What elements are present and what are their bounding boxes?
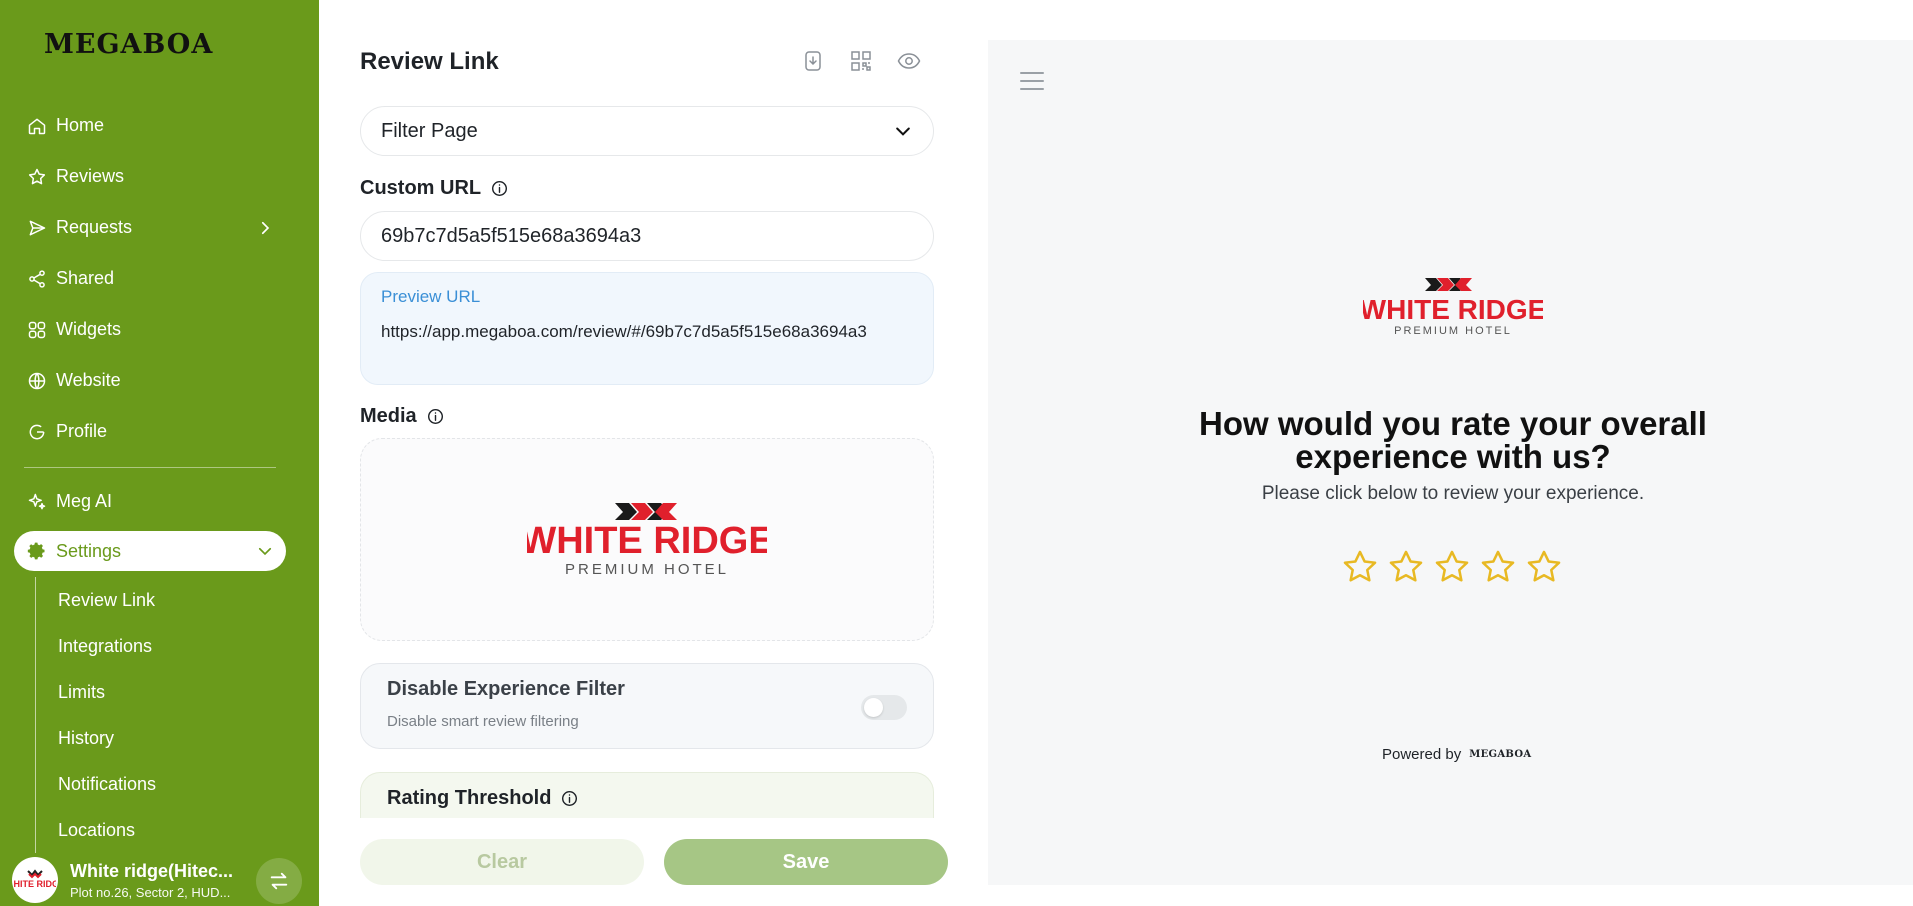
avatar: WHITE RIDGE bbox=[12, 857, 58, 903]
preview-url-link[interactable]: https://app.megaboa.com/review/#/69b7c7d… bbox=[381, 319, 913, 345]
menu-icon[interactable] bbox=[1020, 72, 1044, 92]
sidebar-item-settings[interactable]: Settings bbox=[14, 531, 286, 571]
sidebar-item-website[interactable]: Website bbox=[14, 355, 286, 406]
sidebar-item-label: Meg AI bbox=[56, 491, 113, 511]
sidebar: MEGABOA Home Reviews Requests Shared Wid… bbox=[0, 0, 319, 906]
sidebar-item-widgets[interactable]: Widgets bbox=[14, 304, 286, 355]
widgets-icon bbox=[26, 319, 48, 341]
rating-subtitle: Please click below to review your experi… bbox=[1261, 483, 1645, 504]
brand-logo[interactable]: MEGABOA bbox=[44, 29, 213, 60]
white-ridge-logo: WHITE RIDGE PREMIUM HOTEL bbox=[527, 502, 767, 578]
eye-icon[interactable] bbox=[896, 48, 922, 74]
switch-account-button[interactable] bbox=[256, 858, 302, 904]
account-switcher[interactable]: WHITE RIDGE White ridge(Hitec... Plot no… bbox=[12, 856, 302, 904]
sidebar-divider bbox=[24, 467, 276, 468]
account-address: Plot no.26, Sector 2, HUD... bbox=[70, 884, 231, 900]
info-icon[interactable] bbox=[561, 790, 578, 807]
account-name: White ridge(Hitec... bbox=[70, 860, 234, 881]
media-label-text: Media bbox=[360, 405, 417, 427]
globe-icon bbox=[26, 370, 48, 392]
sidebar-item-label: Website bbox=[56, 370, 121, 390]
sidebar-item-reviews[interactable]: Reviews bbox=[14, 151, 286, 202]
chevron-down-icon bbox=[893, 121, 913, 141]
disable-filter-title: Disable Experience Filter bbox=[387, 678, 625, 700]
send-icon bbox=[26, 217, 48, 239]
sidebar-item-label: Requests bbox=[56, 217, 133, 237]
swap-icon bbox=[270, 872, 288, 890]
editor-toolbar bbox=[800, 48, 922, 74]
sidebar-item-home[interactable]: Home bbox=[14, 100, 286, 151]
preview-url-box: Preview URL https://app.megaboa.com/revi… bbox=[360, 272, 934, 385]
chevron-down-icon[interactable] bbox=[256, 542, 274, 560]
preview-url-label: Preview URL bbox=[381, 287, 481, 306]
sparkle-icon bbox=[26, 491, 48, 513]
star-icon bbox=[26, 166, 48, 188]
rating-threshold-title: Rating Threshold bbox=[387, 787, 552, 809]
toggle-knob bbox=[864, 698, 883, 717]
gear-icon bbox=[26, 540, 48, 562]
custom-url-label: Custom URL bbox=[360, 177, 508, 200]
review-page-preview: WHITE RIDGE PREMIUM HOTEL How would you … bbox=[988, 40, 1913, 885]
powered-by-brand[interactable]: MEGABOA bbox=[1469, 749, 1531, 760]
star-icon-4[interactable] bbox=[1479, 548, 1517, 586]
powered-by: Powered by MEGABOA bbox=[1382, 746, 1531, 763]
disable-filter-subtitle: Disable smart review filtering bbox=[387, 713, 579, 730]
preview-logo-line1: WHITE RIDGE bbox=[1363, 294, 1543, 325]
star-icon-1[interactable] bbox=[1341, 548, 1379, 586]
sidebar-item-shared[interactable]: Shared bbox=[14, 253, 286, 304]
sidebar-item-profile[interactable]: Profile bbox=[14, 406, 286, 457]
sidebar-item-label: Home bbox=[56, 115, 105, 135]
logo-line2: PREMIUM HOTEL bbox=[565, 561, 729, 578]
subnav-item-integrations[interactable]: Integrations bbox=[58, 623, 286, 669]
custom-url-field[interactable] bbox=[360, 211, 934, 261]
preview-logo-line2: PREMIUM HOTEL bbox=[1394, 325, 1512, 337]
review-link-editor: Review Link Filter Page Custom URL Previ… bbox=[360, 0, 950, 906]
page-title: Review Link bbox=[360, 48, 499, 75]
profile-icon bbox=[26, 421, 48, 443]
media-upload-area[interactable]: WHITE RIDGE PREMIUM HOTEL bbox=[360, 438, 934, 641]
page-type-value: Filter Page bbox=[381, 119, 478, 142]
powered-by-text: Powered by bbox=[1382, 746, 1462, 763]
sidebar-item-label: Shared bbox=[56, 268, 115, 288]
clear-button[interactable]: Clear bbox=[360, 839, 644, 885]
chevron-right-icon[interactable] bbox=[256, 219, 274, 237]
home-icon bbox=[26, 115, 48, 137]
sidebar-item-label: Widgets bbox=[56, 319, 122, 339]
custom-url-label-text: Custom URL bbox=[360, 177, 482, 199]
disable-filter-card: Disable Experience Filter Disable smart … bbox=[360, 663, 934, 749]
sidebar-item-requests[interactable]: Requests bbox=[14, 202, 286, 253]
sidebar-item-label: Settings bbox=[56, 540, 122, 561]
sidebar-item-label: Profile bbox=[56, 421, 108, 441]
rating-threshold-card: Rating Threshold bbox=[360, 772, 934, 818]
info-icon[interactable] bbox=[491, 180, 508, 197]
preview-logo: WHITE RIDGE PREMIUM HOTEL bbox=[1363, 278, 1543, 337]
sidebar-nav: Home Reviews Requests Shared Widgets Web… bbox=[14, 100, 286, 853]
settings-subnav: Review Link Integrations Limits History … bbox=[35, 577, 286, 853]
star-rating bbox=[1341, 548, 1563, 586]
info-icon[interactable] bbox=[427, 408, 444, 425]
save-button[interactable]: Save bbox=[664, 839, 948, 885]
star-icon-5[interactable] bbox=[1525, 548, 1563, 586]
star-icon-2[interactable] bbox=[1387, 548, 1425, 586]
subnav-item-limits[interactable]: Limits bbox=[58, 669, 286, 715]
avatar-logo-text: WHITE RIDGE bbox=[14, 879, 56, 889]
subnav-item-history[interactable]: History bbox=[58, 715, 286, 761]
star-icon-3[interactable] bbox=[1433, 548, 1471, 586]
qr-code-icon[interactable] bbox=[848, 48, 874, 74]
rating-question: How would you rate your overall experien… bbox=[1199, 405, 1707, 475]
media-label: Media bbox=[360, 405, 444, 428]
logo-line1: WHITE RIDGE bbox=[527, 520, 767, 562]
subnav-item-notifications[interactable]: Notifications bbox=[58, 761, 286, 807]
sidebar-item-meg-ai[interactable]: Meg AI bbox=[14, 476, 286, 527]
subnav-item-locations[interactable]: Locations bbox=[58, 807, 286, 853]
sidebar-item-label: Reviews bbox=[56, 166, 125, 186]
page-type-select[interactable]: Filter Page bbox=[360, 106, 934, 156]
disable-filter-toggle[interactable] bbox=[861, 695, 907, 720]
download-icon[interactable] bbox=[800, 48, 826, 74]
share-icon bbox=[26, 268, 48, 290]
subnav-item-review-link[interactable]: Review Link bbox=[58, 577, 286, 623]
